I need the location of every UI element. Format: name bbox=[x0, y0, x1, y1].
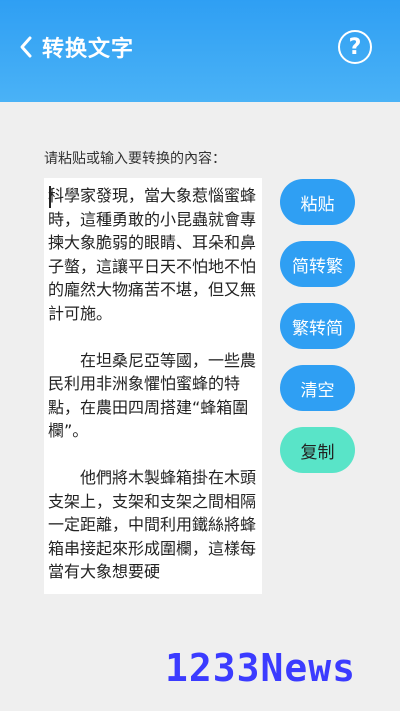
chevron-left-icon bbox=[14, 29, 38, 65]
simplified-to-traditional-button[interactable]: 简转繁 bbox=[280, 241, 355, 287]
convert-text-screen: 转换文字 ? 请粘贴或输入要转换的內容： 科學家發現，當大象惹惱蜜蜂時，這種勇敢… bbox=[0, 0, 400, 711]
paste-button[interactable]: 粘贴 bbox=[280, 179, 355, 225]
header-bar: 转换文字 ? bbox=[0, 0, 400, 102]
text-cursor bbox=[49, 186, 51, 208]
help-button[interactable]: ? bbox=[338, 30, 372, 64]
traditional-to-simplified-button[interactable]: 繁转简 bbox=[280, 303, 355, 349]
text-paragraph: 科學家發現，當大象惹惱蜜蜂時，這種勇敢的小昆蟲就會專揀大象脆弱的眼睛、耳朵和鼻子… bbox=[48, 186, 257, 323]
text-paragraph: 在坦桑尼亞等國，一些農民利用非洲象懼怕蜜蜂的特點，在農田四周搭建“蜂箱圍欄”。 bbox=[48, 350, 257, 441]
back-button[interactable]: 转换文字 bbox=[14, 29, 134, 65]
page-title: 转换文字 bbox=[42, 37, 135, 62]
clear-button[interactable]: 清空 bbox=[280, 365, 355, 411]
input-prompt-label: 请粘贴或输入要转换的內容： bbox=[44, 151, 226, 167]
help-circle-icon: ? bbox=[348, 34, 362, 60]
text-input-area[interactable]: 科學家發現，當大象惹惱蜜蜂時，這種勇敢的小昆蟲就會專揀大象脆弱的眼睛、耳朵和鼻子… bbox=[44, 178, 262, 594]
text-paragraph: 他們將木製蜂箱掛在木頭支架上，支架和支架之間相隔一定距離，中間利用鐵絲將蜂箱串接… bbox=[48, 468, 257, 581]
copy-button[interactable]: 复制 bbox=[280, 427, 355, 473]
watermark-text: 1233News bbox=[165, 646, 357, 690]
